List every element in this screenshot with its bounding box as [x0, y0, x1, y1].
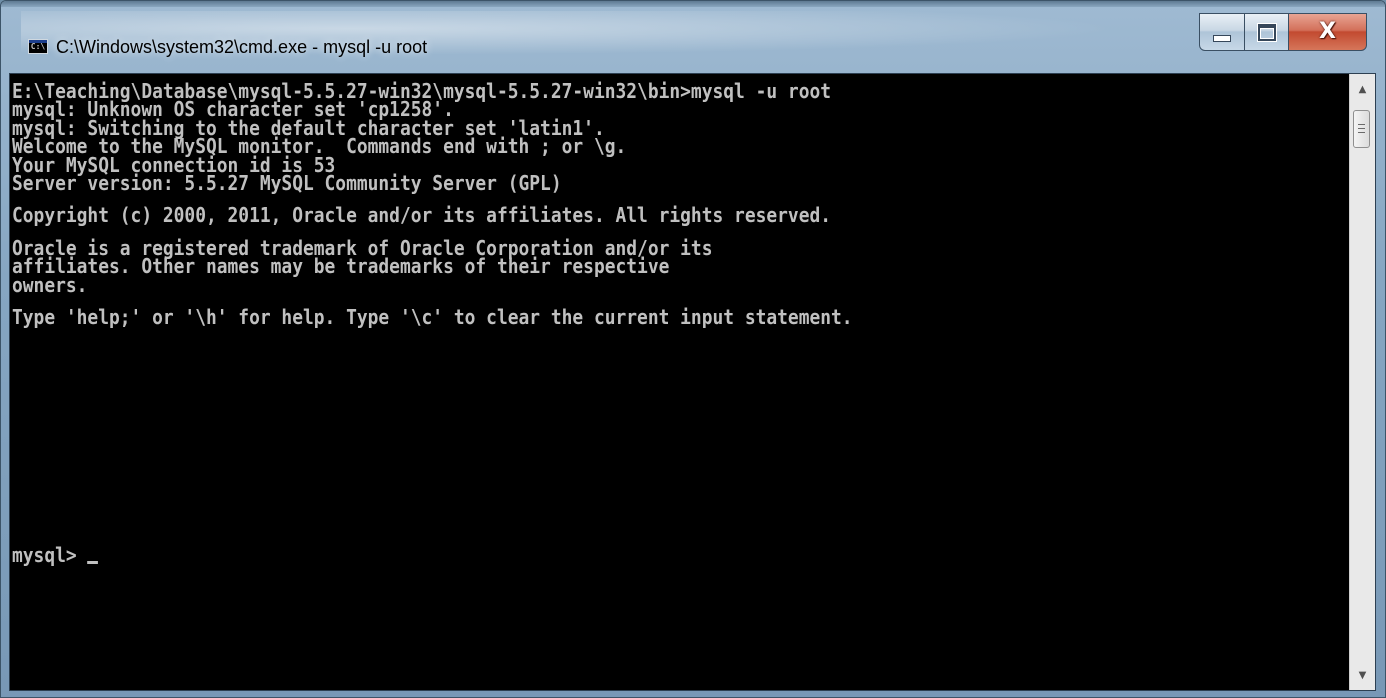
console-text: E:\Teaching\Database\mysql-5.5.27-win32\… — [12, 81, 853, 340]
prompt-line[interactable]: mysql> — [12, 543, 99, 567]
minimize-icon — [1213, 34, 1231, 42]
scroll-up-arrow-icon[interactable]: ▲ — [1350, 76, 1375, 102]
close-icon: X — [1319, 19, 1336, 44]
cmd-icon-text: C:\ — [30, 42, 46, 51]
minimize-button[interactable] — [1199, 13, 1245, 51]
console-frame: E:\Teaching\Database\mysql-5.5.27-win32\… — [9, 73, 1376, 691]
thumb-grip-line — [1358, 128, 1365, 129]
close-button[interactable]: X — [1289, 13, 1367, 51]
title-bar[interactable]: C:\ C:\Windows\system32\cmd.exe - mysql … — [1, 7, 1385, 73]
thumb-grip-line — [1358, 124, 1365, 125]
scroll-thumb[interactable] — [1353, 110, 1370, 148]
text-cursor — [87, 561, 99, 564]
console-line: Copyright (c) 2000, 2011, Oracle and/or … — [12, 203, 832, 228]
caption-buttons: X — [1199, 13, 1367, 53]
console-output[interactable]: E:\Teaching\Database\mysql-5.5.27-win32\… — [10, 74, 1350, 690]
console-line: owners. — [12, 272, 88, 297]
cmd-icon-bar — [29, 40, 47, 43]
thumb-grip-line — [1358, 132, 1365, 133]
console-line: Type 'help;' or '\h' for help. Type '\c'… — [12, 305, 853, 330]
mysql-prompt: mysql> — [12, 543, 88, 567]
window-title: C:\Windows\system32\cmd.exe - mysql -u r… — [56, 37, 428, 57]
console-line: affiliates. Other names may be trademark… — [12, 254, 670, 279]
maximize-icon — [1257, 23, 1276, 41]
console-line: Server version: 5.5.27 MySQL Community S… — [12, 171, 562, 196]
vertical-scrollbar[interactable]: ▲ ▼ — [1349, 74, 1375, 690]
cmd-icon[interactable]: C:\ — [28, 39, 48, 54]
scroll-down-arrow-icon[interactable]: ▼ — [1350, 662, 1375, 688]
cmd-window: C:\ C:\Windows\system32\cmd.exe - mysql … — [0, 0, 1386, 698]
maximize-button[interactable] — [1245, 13, 1289, 51]
